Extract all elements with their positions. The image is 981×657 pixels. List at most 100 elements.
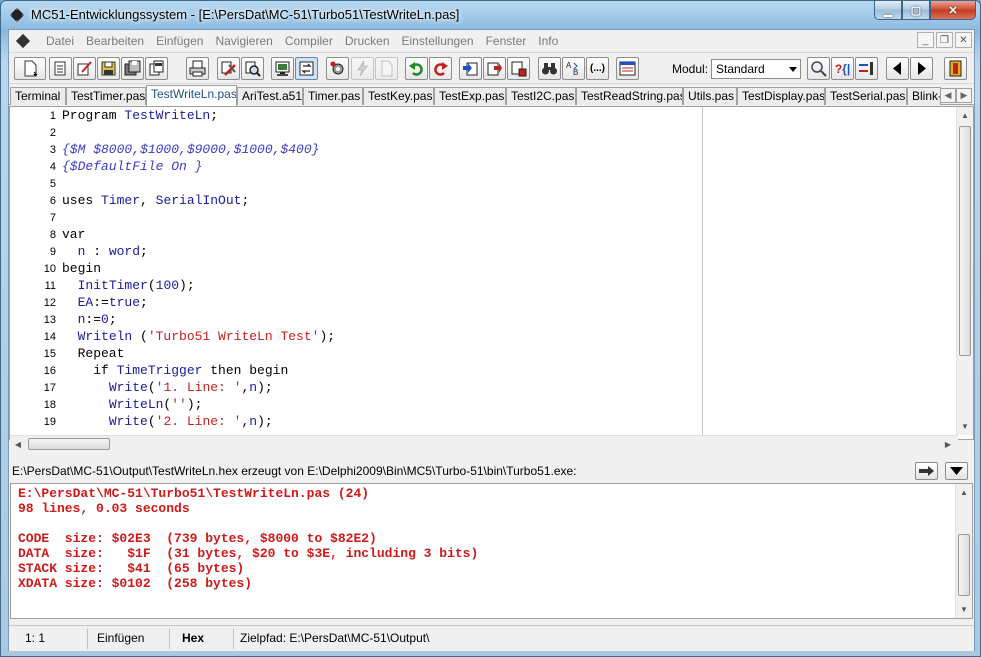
copy-file-button[interactable] — [145, 57, 168, 80]
scroll-down-button[interactable]: ▼ — [957, 418, 973, 435]
mdi-minimize-button[interactable]: _ — [917, 32, 934, 48]
replace-button[interactable] — [483, 57, 506, 80]
scroll-thumb[interactable] — [959, 126, 971, 356]
tab-utils[interactable]: Utils.pas — [683, 87, 737, 105]
code-line[interactable]: 12 EA:=true; — [10, 295, 700, 312]
editor-vertical-scrollbar[interactable]: ▲ ▼ — [956, 107, 973, 435]
new-file-button[interactable] — [14, 57, 46, 80]
print-button[interactable] — [186, 57, 209, 80]
tab-blink[interactable]: Blink- — [907, 87, 941, 105]
tab-testdisplay[interactable]: TestDisplay.pas — [737, 87, 825, 105]
tab-terminal[interactable]: Terminal — [10, 87, 66, 105]
goto-button[interactable] — [507, 57, 530, 80]
output-format: Hex — [182, 631, 205, 645]
flash-button[interactable] — [351, 57, 374, 80]
code-line[interactable]: 9 n : word; — [10, 244, 700, 261]
mdi-restore-button[interactable]: ❐ — [936, 32, 953, 48]
edit-file-button[interactable] — [73, 57, 96, 80]
previous-button[interactable] — [886, 57, 909, 80]
close-button[interactable]: ✕ — [930, 1, 976, 20]
code-line[interactable]: 1 Program TestWriteLn; — [10, 108, 700, 125]
menu-einfuegen[interactable]: Einfügen — [150, 34, 209, 48]
code-line[interactable]: 19 Write('2. Line: ',n); — [10, 414, 700, 431]
code-line[interactable]: 4 {$DefaultFile On } — [10, 159, 700, 176]
exit-button[interactable] — [944, 57, 967, 80]
maximize-button[interactable]: ▢ — [902, 1, 930, 20]
menu-fenster[interactable]: Fenster — [480, 34, 533, 48]
find-button[interactable] — [459, 57, 482, 80]
menu-compiler[interactable]: Compiler — [279, 34, 339, 48]
code-line[interactable]: 3 {$M $8000,$1000,$9000,$1000,$400} — [10, 142, 700, 159]
open-file-icon — [54, 61, 66, 76]
next-button[interactable] — [910, 57, 933, 80]
zoom-button[interactable] — [807, 57, 830, 80]
code-line[interactable]: 17 Write('1. Line: ',n); — [10, 380, 700, 397]
tab-testkey[interactable]: TestKey.pas — [363, 87, 434, 105]
tab-scroll-right-button[interactable]: ▶ — [956, 88, 972, 103]
code-line[interactable]: 18 WriteLn(''); — [10, 397, 700, 414]
settings-button[interactable] — [326, 57, 349, 80]
code-line[interactable]: 14 Writeln ('Turbo51 WriteLn Test'); — [10, 329, 700, 346]
tab-testi2c[interactable]: TestI2C.pas — [506, 87, 576, 105]
open-file-button[interactable] — [49, 57, 72, 80]
save-all-button[interactable] — [121, 57, 144, 80]
code-line[interactable]: 6 uses Timer, SerialInOut; — [10, 193, 700, 210]
scroll-thumb[interactable] — [28, 438, 110, 450]
scroll-thumb[interactable] — [958, 534, 970, 596]
menu-drucken[interactable]: Drucken — [339, 34, 396, 48]
indent-button[interactable] — [855, 57, 878, 80]
modul-select[interactable]: Standard — [711, 59, 801, 79]
tab-testreadstring[interactable]: TestReadString.pas — [576, 87, 683, 105]
tab-testexp[interactable]: TestExp.pas — [434, 87, 506, 105]
tab-testtimer[interactable]: TestTimer.pas — [66, 87, 146, 105]
brackets-button[interactable]: (...) — [586, 57, 609, 80]
search-replace-button[interactable]: AB — [562, 57, 585, 80]
code-line[interactable]: 16 if TimeTrigger then begin — [10, 363, 700, 380]
code-lines[interactable]: 1 Program TestWriteLn; 2 3 {$M $8000,$1000,$… — [10, 107, 700, 435]
chip-icon[interactable] — [14, 33, 32, 49]
redo-button[interactable] — [429, 57, 452, 80]
window-list-button[interactable] — [616, 57, 639, 80]
menu-navigieren[interactable]: Navigieren — [209, 34, 278, 48]
terminal-button[interactable] — [271, 57, 294, 80]
help-button[interactable]: ?{| — [831, 57, 854, 80]
tab-testserial[interactable]: TestSerial.pas — [825, 87, 907, 105]
menu-einstellungen[interactable]: Einstellungen — [396, 34, 480, 48]
menu-info[interactable]: Info — [532, 34, 564, 48]
blank-doc-button[interactable] — [375, 57, 398, 80]
search-button[interactable] — [538, 57, 561, 80]
code-line[interactable]: 5 — [10, 176, 700, 193]
tab-aritest[interactable]: AriTest.a51 — [237, 87, 303, 105]
code-line[interactable]: 7 — [10, 210, 700, 227]
tab-scroll-left-button[interactable]: ◀ — [940, 88, 956, 103]
output-goto-button[interactable] — [915, 462, 938, 480]
code-line[interactable]: 13 n:=0; — [10, 312, 700, 329]
output-toggle-button[interactable] — [945, 462, 968, 480]
mdi-close-button[interactable]: ✕ — [955, 32, 972, 48]
scroll-right-button[interactable]: ▶ — [940, 436, 956, 452]
build-button[interactable] — [217, 57, 240, 80]
tab-testwriteln[interactable]: TestWriteLn.pas — [146, 85, 237, 106]
tab-timer[interactable]: Timer.pas — [303, 87, 363, 105]
compiler-output[interactable]: E:\PersDat\MC-51\Turbo51\TestWriteLn.pas… — [10, 483, 973, 619]
editor-horizontal-scrollbar[interactable]: ◀ ▶ — [10, 435, 958, 452]
scroll-down-button[interactable]: ▼ — [956, 601, 972, 618]
output-vertical-scrollbar[interactable]: ▲ ▼ — [955, 484, 972, 618]
scroll-up-button[interactable]: ▲ — [956, 484, 972, 501]
save-button[interactable] — [97, 57, 120, 80]
scroll-up-button[interactable]: ▲ — [957, 107, 973, 124]
search-file-button[interactable] — [241, 57, 264, 80]
menu-datei[interactable]: Datei — [40, 34, 80, 48]
code-line[interactable]: 15 Repeat — [10, 346, 700, 363]
code-line[interactable]: 10 begin — [10, 261, 700, 278]
download-button[interactable] — [295, 57, 318, 80]
code-line[interactable]: 2 — [10, 125, 700, 142]
menu-bearbeiten[interactable]: Bearbeiten — [80, 34, 150, 48]
undo-button[interactable] — [405, 57, 428, 80]
code-line[interactable]: 8 var — [10, 227, 700, 244]
scroll-left-button[interactable]: ◀ — [10, 436, 26, 452]
title-bar[interactable]: MC51-Entwicklungssystem - [E:\PersDat\MC… — [1, 1, 980, 29]
minimize-button[interactable]: ▁ — [874, 1, 902, 20]
code-line[interactable]: 11 InitTimer(100); — [10, 278, 700, 295]
code-editor[interactable]: 1 Program TestWriteLn; 2 3 {$M $8000,$1000,$… — [9, 106, 974, 452]
